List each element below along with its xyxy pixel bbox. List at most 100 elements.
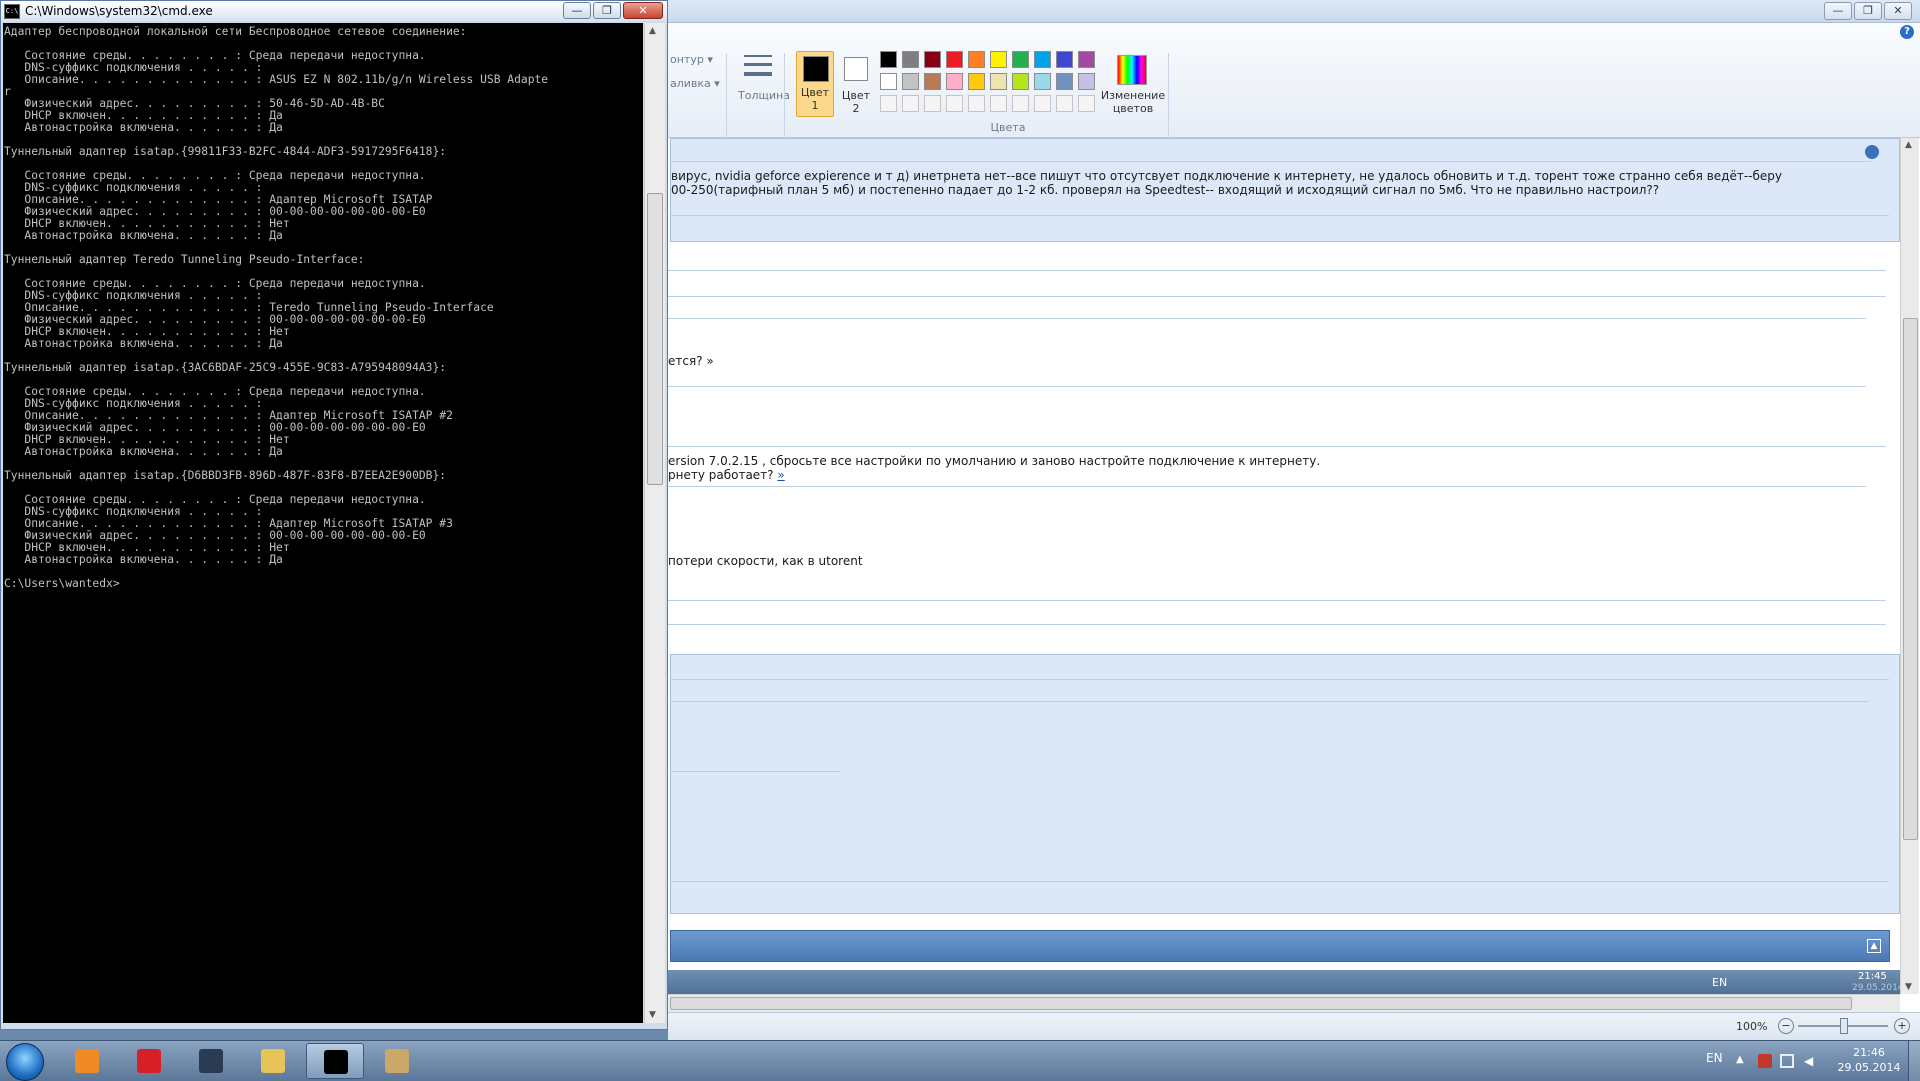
palette-swatch[interactable]: [924, 73, 941, 90]
cmd-console[interactable]: Адаптер беспроводной локальной сети Бесп…: [3, 23, 643, 1023]
size-button[interactable]: Толщина: [738, 53, 790, 143]
cmd-window: C:\ C:\Windows\system32\cmd.exe — ❐ ✕ Ад…: [0, 0, 668, 1030]
scroll-down-icon[interactable]: ▼: [649, 1010, 656, 1020]
start-button[interactable]: [6, 1043, 44, 1081]
palette-swatch[interactable]: [946, 73, 963, 90]
outline-dropdown[interactable]: онтур ▾: [670, 53, 713, 66]
zoom-out-button[interactable]: −: [1778, 1018, 1794, 1034]
taskbar-steam-button[interactable]: [182, 1043, 240, 1079]
paint-titlebar[interactable]: — ❐ ✕: [668, 0, 1920, 23]
divider: [668, 386, 1866, 387]
palette-swatch[interactable]: [1034, 51, 1051, 68]
palette-empty-swatch[interactable]: [880, 95, 897, 112]
network-icon[interactable]: [1780, 1054, 1794, 1068]
restore-icon: ❐: [1863, 4, 1873, 17]
paint-icon: [385, 1049, 409, 1073]
paint-restore-button[interactable]: ❐: [1854, 2, 1882, 20]
color1-swatch: [803, 56, 829, 82]
scrollbar-thumb[interactable]: [670, 997, 1852, 1010]
cmd-vertical-scrollbar[interactable]: ▲ ▼: [644, 23, 665, 1023]
help-icon[interactable]: ?: [1900, 25, 1914, 39]
taskbar-explorer-button[interactable]: [244, 1043, 302, 1079]
paint-canvas[interactable]: вирус, nvidia geforce expierence и т д) …: [668, 138, 1904, 994]
palette-swatch[interactable]: [1056, 73, 1073, 90]
language-indicator[interactable]: EN: [1706, 1051, 1723, 1065]
show-hidden-icons-icon[interactable]: ▲: [1736, 1054, 1750, 1068]
palette-swatch[interactable]: [990, 73, 1007, 90]
palette-swatch[interactable]: [968, 51, 985, 68]
show-desktop-button[interactable]: [1908, 1041, 1920, 1081]
reply2-text: потери скорости, как в utorent: [668, 554, 863, 568]
scroll-up-icon[interactable]: ▲: [649, 26, 656, 36]
cmd-close-button[interactable]: ✕: [623, 2, 663, 19]
palette-empty-swatch[interactable]: [1012, 95, 1029, 112]
post-text-line1: вирус, nvidia geforce expierence и т д) …: [671, 169, 1783, 183]
palette-empty-swatch[interactable]: [946, 95, 963, 112]
palette-swatch[interactable]: [1078, 73, 1095, 90]
clock-date: 29.05.2014: [1837, 1061, 1901, 1074]
reply-link[interactable]: »: [777, 468, 784, 482]
taskbar-paint-button[interactable]: [368, 1043, 426, 1079]
media-player-icon: [75, 1049, 99, 1073]
palette-empty-swatch[interactable]: [1056, 95, 1073, 112]
palette-swatch[interactable]: [990, 51, 1007, 68]
close-icon: ✕: [638, 4, 648, 17]
inner-screenshot-taskbar: EN 21:45 29.05.2014: [668, 970, 1904, 994]
palette-empty-swatch[interactable]: [924, 95, 941, 112]
paint-vertical-scrollbar[interactable]: ▲ ▼: [1900, 138, 1919, 994]
palette-swatch[interactable]: [902, 51, 919, 68]
volume-icon[interactable]: ◀: [1804, 1054, 1818, 1068]
palette-swatch[interactable]: [1012, 51, 1029, 68]
taskbar: EN ▲ ◀ 21:46 29.05.2014: [0, 1040, 1920, 1081]
system-clock[interactable]: 21:46 29.05.2014: [1834, 1045, 1904, 1075]
edit-colors-label: Изменение цветов: [1100, 89, 1166, 115]
taskbar-media-player-button[interactable]: [58, 1043, 116, 1079]
palette-empty-swatch[interactable]: [968, 95, 985, 112]
palette-swatch[interactable]: [1078, 51, 1095, 68]
divider: [668, 624, 1886, 625]
action-center-flag-icon[interactable]: [1758, 1054, 1772, 1068]
ribbon-separator: [1168, 53, 1169, 143]
color1-button[interactable]: Цвет 1: [796, 51, 834, 117]
scroll-up-icon[interactable]: ▲: [1905, 140, 1912, 150]
scrollbar-thumb[interactable]: [1903, 318, 1918, 840]
color2-button[interactable]: [844, 57, 868, 81]
scroll-down-icon[interactable]: ▼: [1905, 982, 1912, 992]
palette-swatch[interactable]: [880, 73, 897, 90]
inner-clock-time: 21:45: [1858, 971, 1887, 982]
divider: [671, 701, 1869, 702]
line-size-icon: [744, 55, 772, 57]
cmd-titlebar[interactable]: C:\ C:\Windows\system32\cmd.exe — ❐ ✕: [1, 1, 667, 21]
palette-swatch[interactable]: [924, 51, 941, 68]
collapse-icon[interactable]: ▲: [1867, 939, 1881, 953]
paint-minimize-button[interactable]: —: [1824, 2, 1852, 20]
palette-swatch[interactable]: [880, 51, 897, 68]
fill-dropdown[interactable]: аливка ▾: [670, 77, 720, 90]
palette-swatch[interactable]: [902, 73, 919, 90]
paint-window: — ❐ ✕ онтур ▾ аливка ▾ Толщина Цвет 1 Цв…: [668, 0, 1920, 1040]
zoom-slider-thumb[interactable]: [1840, 1018, 1848, 1034]
taskbar-yandex-browser-button[interactable]: [120, 1043, 178, 1079]
palette-swatch[interactable]: [1056, 51, 1073, 68]
scrollbar-thumb[interactable]: [647, 193, 663, 485]
zoom-in-button[interactable]: +: [1894, 1018, 1910, 1034]
palette-empty-swatch[interactable]: [902, 95, 919, 112]
divider: [671, 215, 1889, 216]
palette-swatch[interactable]: [1034, 73, 1051, 90]
edit-colors-icon[interactable]: [1117, 55, 1147, 85]
pin-icon[interactable]: [1865, 145, 1879, 159]
palette-swatch[interactable]: [946, 51, 963, 68]
palette-swatch[interactable]: [1012, 73, 1029, 90]
palette-empty-swatch[interactable]: [990, 95, 1007, 112]
paint-close-button[interactable]: ✕: [1884, 2, 1912, 20]
forum-footer-bar: ▲: [670, 930, 1890, 962]
paint-horizontal-scrollbar[interactable]: [668, 994, 1900, 1012]
palette-empty-swatch[interactable]: [1034, 95, 1051, 112]
cmd-minimize-button[interactable]: —: [563, 2, 591, 19]
ribbon-separator: [726, 53, 727, 143]
cmd-app-icon: C:\: [4, 4, 20, 19]
palette-swatch[interactable]: [968, 73, 985, 90]
taskbar-cmd-button[interactable]: [306, 1043, 364, 1079]
cmd-maximize-button[interactable]: ❐: [593, 2, 621, 19]
palette-empty-swatch[interactable]: [1078, 95, 1095, 112]
